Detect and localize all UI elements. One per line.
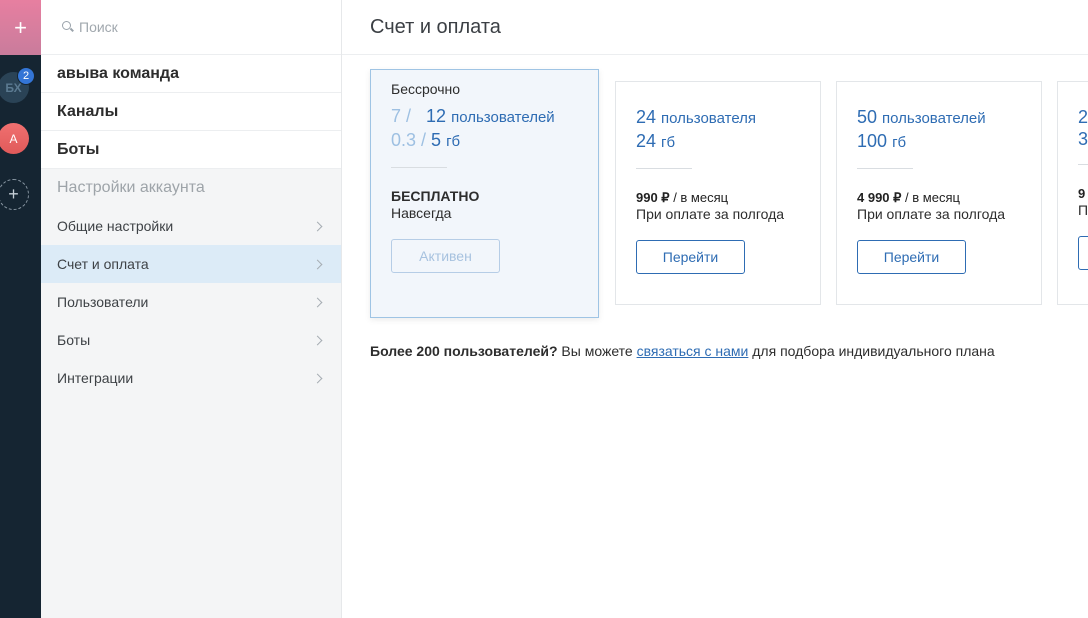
plan-note: П: [1078, 202, 1088, 218]
plan-note: Навсегда: [391, 205, 452, 221]
plan-card-24: 24 пользователя 24 гб 990 ₽ / в месяц Пр…: [615, 81, 821, 305]
sidebar-item-label: Пользователи: [57, 294, 149, 310]
divider: [391, 167, 447, 168]
go-to-plan-button[interactable]: [1078, 236, 1088, 270]
plan-users: 24 пользователя: [636, 107, 757, 127]
sidebar-item-bots[interactable]: Боты: [41, 321, 341, 359]
plan-price: 9: [1078, 186, 1086, 201]
plan-card-partial: 2 3 9 П: [1057, 81, 1088, 305]
search-icon: [62, 21, 74, 33]
divider: [857, 168, 913, 169]
page-title: Счет и оплата: [342, 0, 1088, 55]
sidebar-item-label: Общие настройки: [57, 218, 174, 234]
active-plan-button[interactable]: Активен: [391, 239, 500, 273]
plan-storage: 3: [1078, 129, 1088, 149]
unread-badge: 2: [17, 67, 35, 85]
search-input[interactable]: [79, 19, 279, 35]
team-name[interactable]: авыва команда: [41, 55, 341, 93]
plan-note: При оплате за полгода: [857, 206, 1006, 222]
plan-price: 4 990 ₽ / в месяц: [857, 190, 960, 205]
plus-icon: +: [8, 184, 19, 204]
chevron-right-icon: [312, 221, 323, 231]
search-bar: [41, 0, 341, 55]
workspace-rail: + БХ 2 А +: [0, 0, 41, 618]
workspace-avatar-a[interactable]: А: [0, 123, 29, 154]
plan-period: Бессрочно: [391, 81, 461, 97]
bots-section[interactable]: Боты: [41, 131, 341, 169]
plan-users: 7 / 12 пользователей: [391, 106, 555, 126]
plan-users: 2: [1078, 107, 1088, 127]
divider: [636, 168, 692, 169]
sidebar-item-general-settings[interactable]: Общие настройки: [41, 207, 341, 245]
plan-note: При оплате за полгода: [636, 206, 785, 222]
plan-users: 50 пользователей: [857, 107, 986, 127]
sidebar-item-billing[interactable]: Счет и оплата: [41, 245, 341, 283]
plan-card-free: Бессрочно 7 / 12 пользователей 0.3 / 5 г…: [370, 69, 599, 318]
go-to-plan-button[interactable]: Перейти: [857, 240, 966, 274]
plan-storage: 0.3 / 5 гб: [391, 130, 461, 150]
account-settings-heading: Настройки аккаунта: [57, 179, 205, 196]
sidebar-item-label: Интеграции: [57, 370, 134, 386]
contact-us-link[interactable]: связаться с нами: [637, 343, 749, 359]
sidebar-item-label: Боты: [57, 332, 91, 348]
plan-price: БЕСПЛАТНО: [391, 188, 480, 204]
app-window: + БХ 2 А + авыва команда Каналы Боты Нас…: [0, 0, 1088, 618]
chevron-right-icon: [312, 335, 323, 345]
sidebar-item-users[interactable]: Пользователи: [41, 283, 341, 321]
workspace-initials: А: [9, 131, 18, 146]
sidebar: авыва команда Каналы Боты Настройки акка…: [41, 0, 342, 618]
divider: [1078, 164, 1088, 165]
chevron-right-icon: [312, 259, 323, 269]
plus-icon: +: [14, 14, 27, 40]
plan-card-50: 50 пользователей 100 гб 4 990 ₽ / в меся…: [836, 81, 1042, 305]
channels-section[interactable]: Каналы: [41, 93, 341, 131]
new-workspace-button[interactable]: +: [0, 179, 29, 210]
sidebar-item-label: Счет и оплата: [57, 256, 149, 272]
plan-price: 990 ₽ / в месяц: [636, 190, 729, 205]
sidebar-item-integrations[interactable]: Интеграции: [41, 359, 341, 397]
chevron-right-icon: [312, 297, 323, 307]
add-workspace-button[interactable]: +: [0, 0, 41, 55]
enterprise-note: Более 200 пользователей? Вы можете связа…: [370, 343, 995, 359]
chevron-right-icon: [312, 373, 323, 383]
go-to-plan-button[interactable]: Перейти: [636, 240, 745, 274]
main-panel: Счет и оплата Бессрочно 7 / 12 пользоват…: [342, 0, 1088, 618]
plan-storage: 100 гб: [857, 131, 907, 151]
plan-storage: 24 гб: [636, 131, 676, 151]
